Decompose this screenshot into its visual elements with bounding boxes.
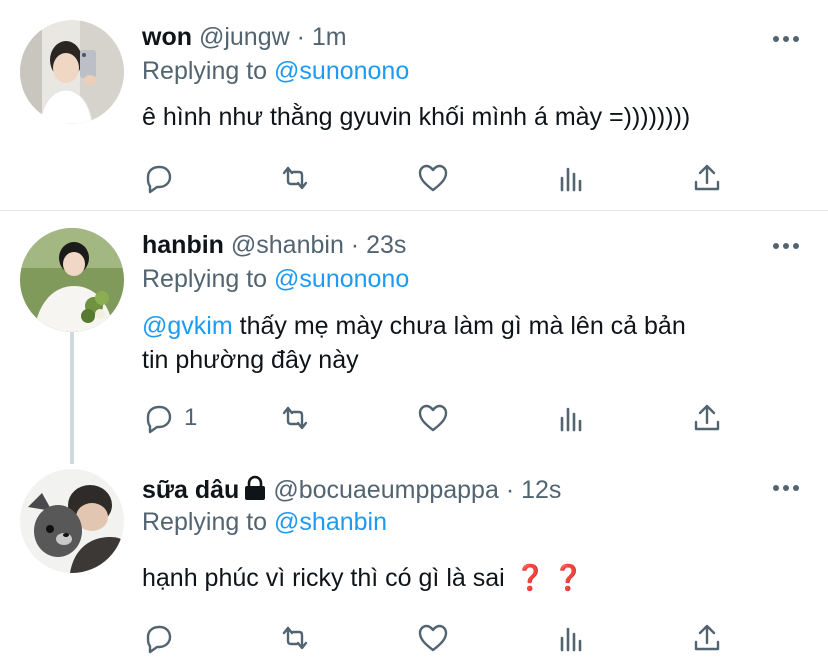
tweet-header: hanbin @shanbin · 23s (142, 230, 406, 260)
share-icon (694, 624, 720, 651)
mention-link[interactable]: @gvkim (142, 312, 233, 340)
reply-icon (146, 405, 172, 434)
question-mark-emoji: ❓ ❓ (514, 564, 584, 592)
views-button[interactable] (554, 161, 588, 195)
views-button[interactable] (554, 621, 588, 655)
timestamp[interactable]: 1m (312, 23, 347, 51)
like-button[interactable] (416, 161, 450, 195)
like-button[interactable] (416, 401, 450, 435)
retweet-icon (282, 626, 308, 650)
retweet-icon (282, 406, 308, 430)
reply-count: 1 (184, 404, 198, 431)
like-button[interactable] (416, 621, 450, 655)
like-icon (418, 404, 448, 432)
lock-icon (245, 475, 266, 500)
user-handle[interactable]: @jungw (199, 23, 290, 51)
retweet-icon (282, 166, 308, 190)
retweet-button[interactable] (278, 621, 312, 655)
replying-to-label: Replying to (142, 57, 275, 85)
user-handle[interactable]: @shanbin (231, 231, 344, 259)
replying-to: Replying to @sunonono (142, 56, 409, 86)
views-button[interactable] (554, 401, 588, 435)
display-name[interactable]: hanbin (142, 231, 224, 259)
more-icon[interactable] (772, 483, 800, 493)
reply-icon (146, 165, 172, 194)
tweet-text-line-2: tin phường đây này (142, 346, 359, 374)
reply-button[interactable]: 1 (142, 401, 197, 435)
tweet-header: sữa dâu @bocuaeumppappa · 12s (142, 475, 561, 505)
views-icon (560, 407, 582, 432)
tweet-text-line-1: thấy mẹ mày chưa làm gì mà lên cả bản (232, 312, 686, 340)
bouquet-avatar-image (20, 228, 124, 332)
share-icon (694, 404, 720, 431)
tweet-text-content: hạnh phúc vì ricky thì có gì là sai (142, 564, 505, 592)
tweet-actions: 1 (142, 401, 742, 435)
share-button[interactable] (690, 161, 724, 195)
separator: · (498, 476, 522, 504)
tweet-header: won @jungw · 1m (142, 22, 347, 52)
more-icon[interactable] (772, 241, 800, 251)
display-name[interactable]: won (142, 23, 192, 51)
replying-to: Replying to @shanbin (142, 507, 387, 537)
tweet-text: @gvkim thấy mẹ mày chưa làm gì mà lên cả… (142, 309, 792, 377)
display-name[interactable]: sữa dâu (142, 476, 239, 504)
replying-to-handle[interactable]: @sunonono (274, 265, 409, 293)
share-icon (694, 164, 720, 191)
replying-to-label: Replying to (142, 508, 275, 536)
tweet-actions (142, 621, 742, 655)
replying-to-handle[interactable]: @shanbin (274, 508, 387, 536)
retweet-button[interactable] (278, 401, 312, 435)
tweet[interactable]: won @jungw · 1m Replying to @sunonono ê … (0, 0, 828, 210)
timestamp[interactable]: 23s (366, 231, 406, 259)
avatar[interactable] (20, 228, 124, 332)
avatar[interactable] (20, 469, 124, 573)
more-icon[interactable] (772, 34, 800, 44)
timestamp[interactable]: 12s (521, 476, 561, 504)
replying-to-handle[interactable]: @sunonono (274, 57, 409, 85)
retweet-button[interactable] (278, 161, 312, 195)
tweet[interactable]: sữa dâu @bocuaeumppappa · 12s Replying to… (0, 461, 828, 669)
separator: · (289, 23, 312, 51)
reply-button[interactable] (142, 621, 184, 655)
tweet-text: hạnh phúc vì ricky thì có gì là sai ❓ ❓ (142, 561, 792, 595)
tweet[interactable]: hanbin @shanbin · 23s Replying to @sunon… (0, 211, 828, 461)
avatar[interactable] (20, 20, 124, 124)
share-button[interactable] (690, 401, 724, 435)
views-icon (560, 167, 582, 192)
reply-button[interactable] (142, 161, 184, 195)
selfie-avatar-image (20, 20, 124, 124)
user-handle[interactable]: @bocuaeumppappa (273, 476, 499, 504)
like-icon (418, 164, 448, 192)
replying-to-label: Replying to (142, 265, 275, 293)
tweet-actions (142, 161, 742, 195)
separator: · (343, 231, 367, 259)
dog-avatar-image (20, 469, 124, 573)
views-icon (560, 627, 582, 652)
replying-to: Replying to @sunonono (142, 264, 409, 294)
reply-icon (146, 625, 172, 654)
tweet-text: ê hình như thằng gyuvin khối mình á mày … (142, 103, 691, 131)
like-icon (418, 624, 448, 652)
share-button[interactable] (690, 621, 724, 655)
